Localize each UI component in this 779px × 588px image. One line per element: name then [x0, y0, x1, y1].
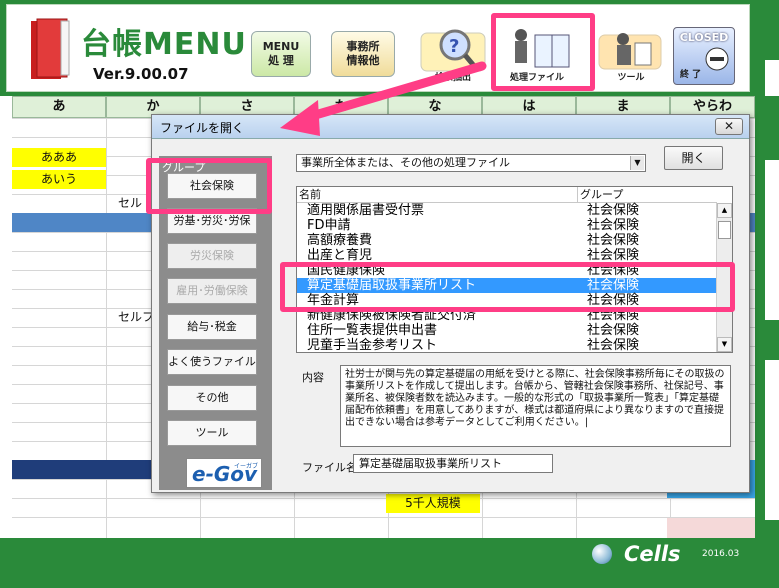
- list-item-name: FD申請: [307, 218, 351, 233]
- content-description[interactable]: 社労士が関与先の算定基礎届の用紙を受けとる際に、社会保険事務所毎にその取扱の事業…: [340, 365, 731, 447]
- list-item-group: 社会保険: [587, 233, 640, 248]
- list-item-name: 適用関係届書受付票: [307, 203, 425, 218]
- yellow-cell[interactable]: あいう: [12, 170, 106, 189]
- yellow-cell[interactable]: あああ: [12, 148, 106, 167]
- group-button-employment-insurance[interactable]: 雇用･労働保険: [167, 278, 257, 304]
- app-version: Ver.9.00.07: [93, 65, 189, 83]
- scroll-up-icon[interactable]: ▲: [717, 203, 732, 218]
- selection-highlight: [280, 262, 735, 312]
- yellow-cell[interactable]: 5千人規模: [386, 494, 480, 513]
- list-item[interactable]: FD申請 社会保険: [297, 218, 717, 233]
- menu-process-button[interactable]: MENU 処 理: [251, 31, 311, 77]
- list-item[interactable]: 出産と育児 社会保険: [297, 248, 717, 263]
- egov-sub-label: イーガブ: [233, 463, 258, 470]
- app-title: 台帳MENU: [81, 27, 247, 62]
- tool-label: ツール: [617, 73, 645, 83]
- open-button[interactable]: 開く: [664, 146, 723, 170]
- list-item-group: 社会保険: [587, 323, 640, 338]
- right-panel-block: [765, 60, 779, 96]
- svg-text:?: ?: [449, 36, 459, 57]
- right-panel-block: [765, 360, 779, 520]
- scroll-thumb[interactable]: [718, 221, 731, 239]
- list-header-name[interactable]: 名前: [299, 187, 321, 202]
- closed-label: CLOSED: [679, 31, 729, 44]
- file-category-dropdown[interactable]: 事業所全体または、その他の処理ファイル ▼: [296, 154, 646, 172]
- list-item[interactable]: 児童手当金参考リスト 社会保険: [297, 338, 717, 353]
- tool-button[interactable]: ツール: [593, 25, 669, 85]
- dropdown-value: 事業所全体または、その他の処理ファイル: [301, 156, 510, 169]
- list-item-name: 出産と育児: [307, 248, 373, 263]
- grid-cell-text[interactable]: セル: [118, 194, 142, 211]
- exit-icon: [705, 47, 729, 71]
- grid-cell-text[interactable]: セルフ: [118, 308, 154, 325]
- worker-tool-icon: [598, 33, 662, 70]
- list-header: 名前 グループ: [297, 187, 717, 203]
- column-header[interactable]: あ: [12, 96, 106, 118]
- footer-date: 2016.03: [702, 549, 740, 559]
- dropdown-arrow-icon[interactable]: ▼: [630, 156, 644, 170]
- dialog-titlebar[interactable]: ファイルを開く ✕: [152, 115, 749, 139]
- pink-cell: [667, 518, 755, 538]
- ledger-book-icon: [31, 18, 70, 79]
- group-button-tools[interactable]: ツール: [167, 420, 257, 446]
- list-item[interactable]: 住所一覧表提供申出書 社会保険: [297, 323, 717, 338]
- list-item-group: 社会保険: [587, 203, 640, 218]
- app-header: 台帳MENU Ver.9.00.07 MENU 処 理 事務所 情報他 ? 検索…: [0, 0, 755, 96]
- group-button-accident-insurance[interactable]: 労災保険: [167, 243, 257, 269]
- content-label: 内容: [302, 371, 324, 384]
- list-item-group: 社会保険: [587, 338, 640, 353]
- magnifier-icon: ?: [420, 29, 486, 72]
- group-button-salary-tax[interactable]: 給与･税金: [167, 314, 257, 340]
- group-button-other[interactable]: その他: [167, 385, 257, 411]
- list-item-name: 住所一覧表提供申出書: [307, 323, 438, 338]
- list-item[interactable]: 高額療養費 社会保険: [297, 233, 717, 248]
- list-header-group[interactable]: グループ: [577, 187, 623, 202]
- exit-label: 終 了: [680, 70, 702, 80]
- right-side-panel: [755, 0, 779, 588]
- process-file-highlight: [491, 13, 595, 91]
- footer-brand: Cells: [624, 542, 681, 566]
- list-item-name: 高額療養費: [307, 233, 373, 248]
- search-extract-button[interactable]: ? 検索抽出: [415, 25, 491, 85]
- filename-label: ファイル名: [302, 461, 357, 474]
- office-info-button[interactable]: 事務所 情報他: [331, 31, 395, 77]
- dialog-title: ファイルを開く: [160, 121, 245, 135]
- egov-button[interactable]: e-Gov イーガブ: [186, 458, 262, 488]
- search-extract-label: 検索抽出: [434, 73, 471, 83]
- list-item-group: 社会保険: [587, 218, 640, 233]
- dialog-close-button[interactable]: ✕: [715, 118, 743, 135]
- group-highlight: [146, 158, 272, 214]
- right-panel-block: [765, 160, 779, 320]
- list-item-group: 社会保険: [587, 248, 640, 263]
- cells-logo-icon: [592, 544, 612, 564]
- app-header-panel: 台帳MENU Ver.9.00.07 MENU 処 理 事務所 情報他 ? 検索…: [6, 4, 750, 92]
- scroll-down-icon[interactable]: ▼: [717, 337, 732, 352]
- filename-field[interactable]: 算定基礎届取扱事業所リスト: [353, 454, 553, 473]
- close-app-button[interactable]: CLOSED 終 了: [673, 27, 735, 85]
- list-item[interactable]: 適用関係届書受付票 社会保険: [297, 203, 717, 218]
- list-item-name: 児童手当金参考リスト: [307, 338, 438, 353]
- group-button-favorites[interactable]: よく使うファイル: [167, 349, 257, 375]
